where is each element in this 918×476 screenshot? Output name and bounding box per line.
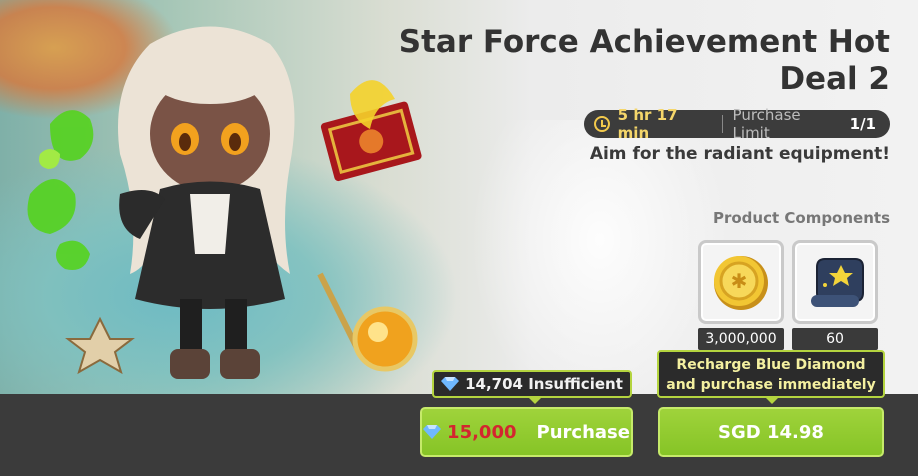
- timer-limit-pill: 5 hr 17 min Purchase Limit 1/1: [584, 106, 890, 142]
- component-quantity-scroll: 60: [792, 328, 878, 350]
- recharge-purchase-button[interactable]: SGD 14.98: [658, 407, 884, 457]
- balance-text: 14,704 Insufficient: [465, 375, 623, 393]
- blue-diamond-icon: [423, 425, 442, 439]
- blue-diamond-icon: [441, 377, 460, 391]
- component-quantity-meso: 3,000,000: [698, 328, 784, 350]
- star-scroll-icon: [811, 258, 864, 307]
- product-title: Star Force Achievement Hot Deal 2: [398, 24, 890, 97]
- svg-text:✱: ✱: [731, 269, 748, 293]
- purchase-button[interactable]: 15,000 Purchase: [420, 407, 633, 457]
- purchase-limit-label: Purchase Limit: [732, 106, 801, 142]
- green-flame-effect: [27, 110, 94, 270]
- purchase-limit-value: 1/1: [849, 115, 876, 133]
- star-charm: [65, 316, 135, 375]
- sgd-price-label: SGD 14.98: [718, 421, 824, 443]
- divider: [721, 115, 723, 133]
- diamond-price: 15,000: [447, 421, 517, 443]
- components-label: Product Components: [712, 209, 890, 227]
- clock-icon: [594, 116, 610, 132]
- recharge-tip-line2: and purchase immediately: [666, 377, 876, 393]
- component-card-meso[interactable]: ✱: [698, 240, 784, 324]
- purchase-label: Purchase: [536, 421, 630, 443]
- component-card-scroll[interactable]: [792, 240, 878, 324]
- balance-tooltip: 14,704 Insufficient: [432, 370, 632, 404]
- recharge-tooltip: Recharge Blue Diamond and purchase immed…: [657, 350, 885, 404]
- hot-deal-panel: Star Force Achievement Hot Deal 2 5 hr 1…: [0, 0, 918, 476]
- product-subtitle: Aim for the radiant equipment!: [589, 144, 890, 164]
- time-remaining: 5 hr 17 min: [617, 106, 678, 142]
- gold-coin-icon: ✱: [714, 256, 768, 310]
- character-illustration: [27, 26, 422, 379]
- recharge-tip-line1: Recharge Blue Diamond: [676, 357, 866, 373]
